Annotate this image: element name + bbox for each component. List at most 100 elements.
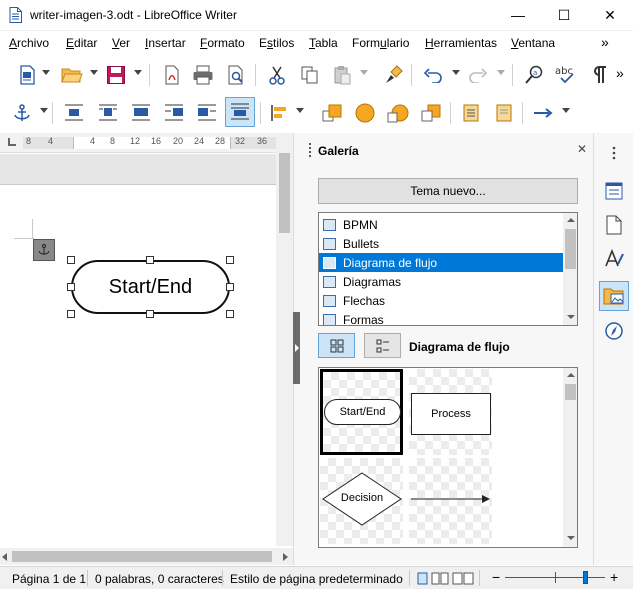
zoom-in-button[interactable]: + bbox=[610, 569, 618, 585]
save-icon[interactable] bbox=[104, 63, 128, 87]
wrap-right-icon[interactable] bbox=[195, 101, 219, 125]
anchor-icon[interactable] bbox=[10, 101, 34, 125]
wrap-left-icon[interactable] bbox=[162, 101, 186, 125]
resize-handle[interactable] bbox=[146, 256, 154, 264]
resize-handle[interactable] bbox=[67, 283, 75, 291]
zoom-slider-thumb[interactable] bbox=[583, 571, 588, 584]
gallery-tab-icon[interactable] bbox=[599, 281, 629, 311]
gallery-item-start-end[interactable]: Start/End bbox=[320, 369, 403, 455]
scroll-thumb[interactable] bbox=[12, 551, 272, 562]
print-icon[interactable] bbox=[191, 63, 215, 87]
theme-item-bullets[interactable]: Bullets bbox=[319, 234, 563, 253]
connector-icon[interactable] bbox=[531, 101, 555, 125]
theme-item-formas[interactable]: Formas bbox=[319, 310, 563, 325]
find-replace-icon[interactable]: a bbox=[522, 63, 546, 87]
close-panel-icon[interactable]: ✕ bbox=[577, 142, 587, 156]
icon-view-button[interactable] bbox=[318, 333, 355, 358]
page-count[interactable]: Página 1 de 1 bbox=[12, 572, 86, 586]
open-folder-icon[interactable] bbox=[60, 63, 84, 87]
maximize-button[interactable]: ☐ bbox=[541, 0, 587, 30]
formatting-marks-icon[interactable] bbox=[588, 63, 612, 87]
bring-to-front-icon[interactable] bbox=[320, 101, 344, 125]
scroll-thumb[interactable] bbox=[279, 153, 290, 233]
horizontal-ruler[interactable]: 8 4 4 8 12 16 20 24 28 32 36 bbox=[0, 133, 276, 153]
menu-formulario[interactable]: Formulario bbox=[352, 36, 409, 50]
scroll-thumb[interactable] bbox=[565, 229, 576, 269]
spelling-icon[interactable]: abc bbox=[554, 63, 580, 87]
sidebar-menu-icon[interactable] bbox=[600, 139, 628, 167]
word-count[interactable]: 0 palabras, 0 caracteres bbox=[95, 572, 224, 586]
paste-icon[interactable] bbox=[330, 63, 354, 87]
theme-item-bpmn[interactable]: BPMN bbox=[319, 215, 563, 234]
scroll-thumb[interactable] bbox=[565, 384, 576, 400]
tab-stop-icon[interactable] bbox=[8, 138, 16, 146]
align-objects-icon[interactable] bbox=[268, 101, 292, 125]
new-document-icon[interactable] bbox=[16, 63, 40, 87]
menu-tabla[interactable]: Tabla bbox=[309, 36, 338, 50]
wrap-through-icon[interactable] bbox=[225, 97, 255, 127]
new-theme-button[interactable]: Tema nuevo... bbox=[318, 178, 578, 204]
zoom-out-button[interactable]: − bbox=[492, 569, 500, 585]
menu-overflow-button[interactable]: » bbox=[601, 34, 609, 50]
to-foreground-icon[interactable] bbox=[459, 101, 483, 125]
styles-icon[interactable] bbox=[600, 245, 628, 273]
resize-handle[interactable] bbox=[226, 283, 234, 291]
properties-icon[interactable] bbox=[600, 177, 628, 205]
to-background-icon[interactable] bbox=[492, 101, 516, 125]
start-end-shape[interactable]: Start/End bbox=[71, 260, 230, 314]
minimize-button[interactable]: — bbox=[495, 0, 541, 30]
detail-view-button[interactable] bbox=[364, 333, 401, 358]
menu-formato[interactable]: Formato bbox=[200, 36, 245, 50]
menu-insertar[interactable]: Insertar bbox=[145, 36, 186, 50]
menu-ver[interactable]: Ver bbox=[112, 36, 130, 50]
export-pdf-icon[interactable] bbox=[160, 63, 184, 87]
theme-list[interactable]: BPMN Bullets Diagrama de flujo Diagramas… bbox=[318, 212, 578, 326]
multi-page-view-icon[interactable] bbox=[431, 572, 449, 588]
resize-handle[interactable] bbox=[67, 310, 75, 318]
gallery-items[interactable]: Start/End Process Decision bbox=[318, 367, 578, 548]
navigator-icon[interactable] bbox=[600, 317, 628, 345]
resize-handle[interactable] bbox=[67, 256, 75, 264]
scroll-down-icon[interactable] bbox=[567, 536, 575, 540]
menu-herramientas[interactable]: Herramientas bbox=[425, 36, 497, 50]
scroll-right-icon[interactable] bbox=[283, 553, 288, 561]
theme-item-diagramas[interactable]: Diagramas bbox=[319, 272, 563, 291]
gallery-item-decision[interactable]: Decision bbox=[320, 458, 403, 544]
toolbar-overflow-button[interactable]: » bbox=[616, 65, 624, 81]
wrap-off-icon[interactable] bbox=[62, 101, 86, 125]
theme-list-scrollbar[interactable] bbox=[563, 213, 577, 325]
send-to-back-icon[interactable] bbox=[419, 101, 443, 125]
theme-item-diagrama-de-flujo[interactable]: Diagrama de flujo bbox=[319, 253, 563, 272]
undo-icon[interactable] bbox=[421, 63, 445, 87]
menu-archivo[interactable]: Archivo bbox=[9, 36, 49, 50]
scroll-up-icon[interactable] bbox=[567, 218, 575, 222]
back-one-icon[interactable] bbox=[386, 101, 410, 125]
panel-grip-icon[interactable] bbox=[309, 143, 312, 157]
single-page-view-icon[interactable] bbox=[417, 572, 428, 588]
cut-icon[interactable] bbox=[265, 63, 289, 87]
page-style[interactable]: Estilo de página predeterminado bbox=[230, 572, 403, 586]
close-window-button[interactable]: ✕ bbox=[587, 0, 633, 30]
scroll-up-icon[interactable] bbox=[567, 373, 575, 377]
copy-icon[interactable] bbox=[298, 63, 322, 87]
redo-icon[interactable] bbox=[466, 63, 490, 87]
page-icon[interactable] bbox=[600, 211, 628, 239]
resize-handle[interactable] bbox=[226, 310, 234, 318]
resize-handle[interactable] bbox=[226, 256, 234, 264]
book-view-icon[interactable] bbox=[452, 572, 474, 588]
document-page[interactable]: Start/End bbox=[0, 184, 276, 546]
scroll-left-icon[interactable] bbox=[2, 553, 7, 561]
anchor-marker-icon[interactable] bbox=[33, 239, 55, 261]
wrap-page-icon[interactable] bbox=[96, 101, 120, 125]
scroll-down-icon[interactable] bbox=[567, 315, 575, 319]
collapse-sidebar-handle[interactable] bbox=[293, 312, 300, 384]
menu-editar[interactable]: Editar bbox=[66, 36, 97, 50]
resize-handle[interactable] bbox=[146, 310, 154, 318]
document-horizontal-scrollbar[interactable] bbox=[0, 548, 293, 565]
menu-ventana[interactable]: Ventana bbox=[511, 36, 555, 50]
gallery-item-process[interactable]: Process bbox=[409, 369, 492, 455]
gallery-item-arrow[interactable] bbox=[409, 458, 492, 544]
forward-one-icon[interactable] bbox=[353, 101, 377, 125]
document-vertical-scrollbar[interactable] bbox=[276, 133, 293, 546]
gallery-items-scrollbar[interactable] bbox=[563, 368, 577, 547]
